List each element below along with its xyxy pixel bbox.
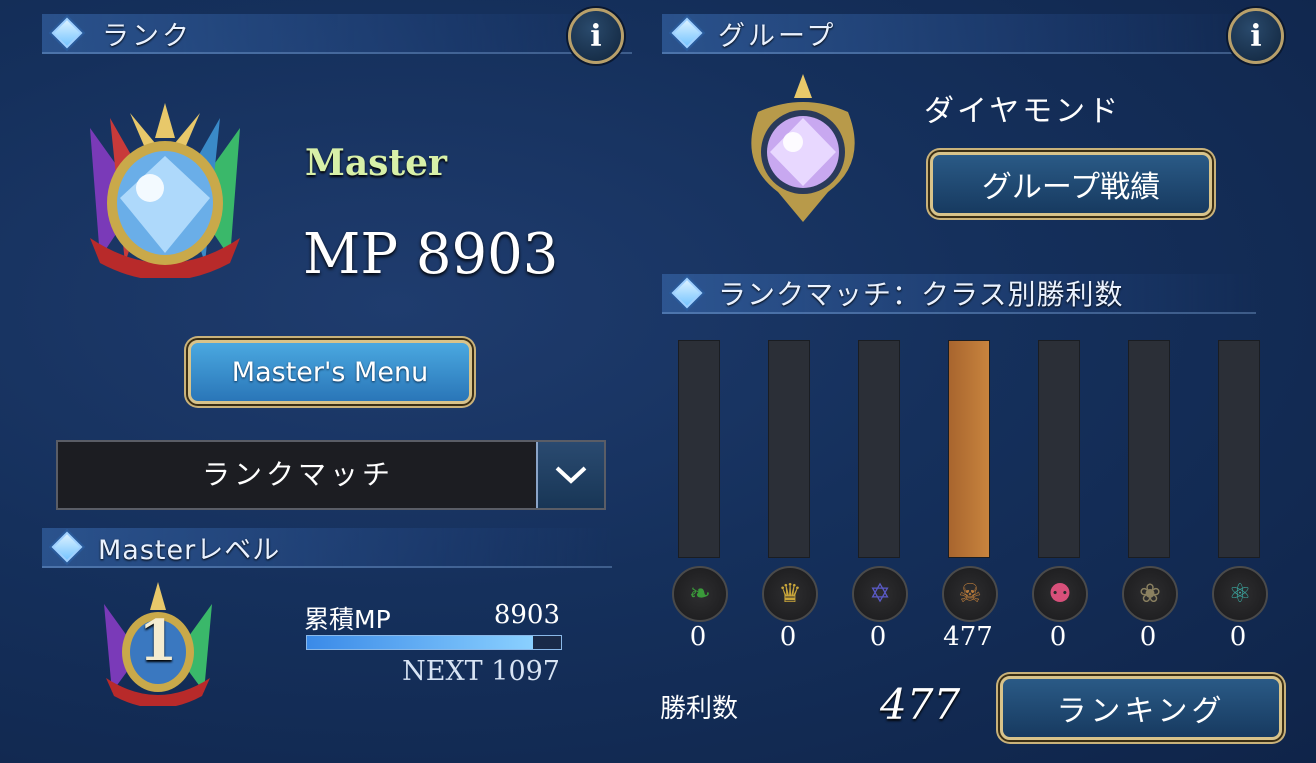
ranking-button[interactable]: ランキング	[1000, 676, 1282, 740]
diamond-bullet-icon	[48, 528, 86, 566]
class-bar-spiral	[1218, 340, 1260, 558]
accum-mp-value: 8903	[493, 600, 560, 630]
group-name: ダイヤモンド	[924, 94, 1122, 129]
spiral-icon[interactable]: ⚛	[1212, 566, 1268, 622]
masters-menu-button[interactable]: Master's Menu	[188, 340, 472, 404]
crown-icon[interactable]: ♛	[762, 566, 818, 622]
wins-total: 477	[880, 680, 961, 729]
class-win-count: 0	[1229, 622, 1247, 652]
master-level-header: Masterレベル	[42, 528, 612, 568]
class-win-count: 0	[689, 622, 707, 652]
master-level-number: 1	[138, 608, 178, 674]
group-header: グループ	[662, 14, 1256, 54]
chevron-down-icon	[555, 466, 587, 484]
wing-icon[interactable]: ❀	[1122, 566, 1178, 622]
magic-circle-icon[interactable]: ✡	[852, 566, 908, 622]
dropdown-value: ランクマッチ	[201, 458, 394, 491]
diamond-bullet-icon	[668, 14, 706, 52]
accum-mp-label: 累積MP	[304, 605, 391, 634]
rank-info-button[interactable]: i	[568, 8, 624, 64]
next-mp-label: NEXT 1097	[402, 656, 560, 687]
wins-label: 勝利数	[660, 694, 739, 724]
class-bar-wing	[1128, 340, 1170, 558]
match-type-dropdown[interactable]: ランクマッチ	[56, 440, 606, 510]
diamond-bullet-icon	[48, 14, 86, 52]
dragon-icon[interactable]: ☠	[942, 566, 998, 622]
ranking-label: ランキング	[1056, 694, 1226, 729]
skull-icon[interactable]: ⚉	[1032, 566, 1088, 622]
class-bar-crown	[768, 340, 810, 558]
class-bar-skull	[1038, 340, 1080, 558]
class-win-count: 0	[779, 622, 797, 652]
rank-name: Master	[305, 142, 447, 184]
master-level-badge-icon: 1	[92, 574, 224, 708]
masters-menu-label: Master's Menu	[231, 356, 429, 388]
rank-header: ランク	[42, 14, 632, 54]
group-record-label: グループ戦績	[981, 170, 1161, 205]
mp-progress-bar	[306, 635, 562, 650]
diamond-group-emblem-icon	[738, 72, 868, 228]
rank-title: ランク	[102, 20, 192, 52]
class-bar-fill	[949, 341, 989, 557]
class-bar-magic-circle	[858, 340, 900, 558]
class-win-count: 0	[1049, 622, 1067, 652]
dropdown-toggle[interactable]	[536, 442, 604, 508]
group-info-button[interactable]: i	[1228, 8, 1284, 64]
master-level-title: Masterレベル	[98, 534, 281, 566]
group-record-button[interactable]: グループ戦績	[930, 152, 1212, 216]
class-wins-header: ランクマッチ：クラス別勝利数	[662, 274, 1256, 314]
master-rank-emblem-icon	[70, 88, 260, 281]
class-win-count: 0	[1139, 622, 1157, 652]
group-title: グループ	[718, 20, 837, 52]
diamond-bullet-icon	[668, 274, 706, 312]
class-win-count: 0	[869, 622, 887, 652]
info-icon: i	[1250, 18, 1262, 54]
info-icon: i	[590, 18, 602, 54]
class-bar-leaf	[678, 340, 720, 558]
class-win-count: 477	[943, 622, 993, 652]
mp-value: MP 8903	[303, 222, 559, 287]
mp-progress-fill	[307, 636, 534, 649]
class-bar-dragon	[948, 340, 990, 558]
leaf-icon[interactable]: ❧	[672, 566, 728, 622]
class-wins-title: ランクマッチ：クラス別勝利数	[718, 278, 1124, 311]
